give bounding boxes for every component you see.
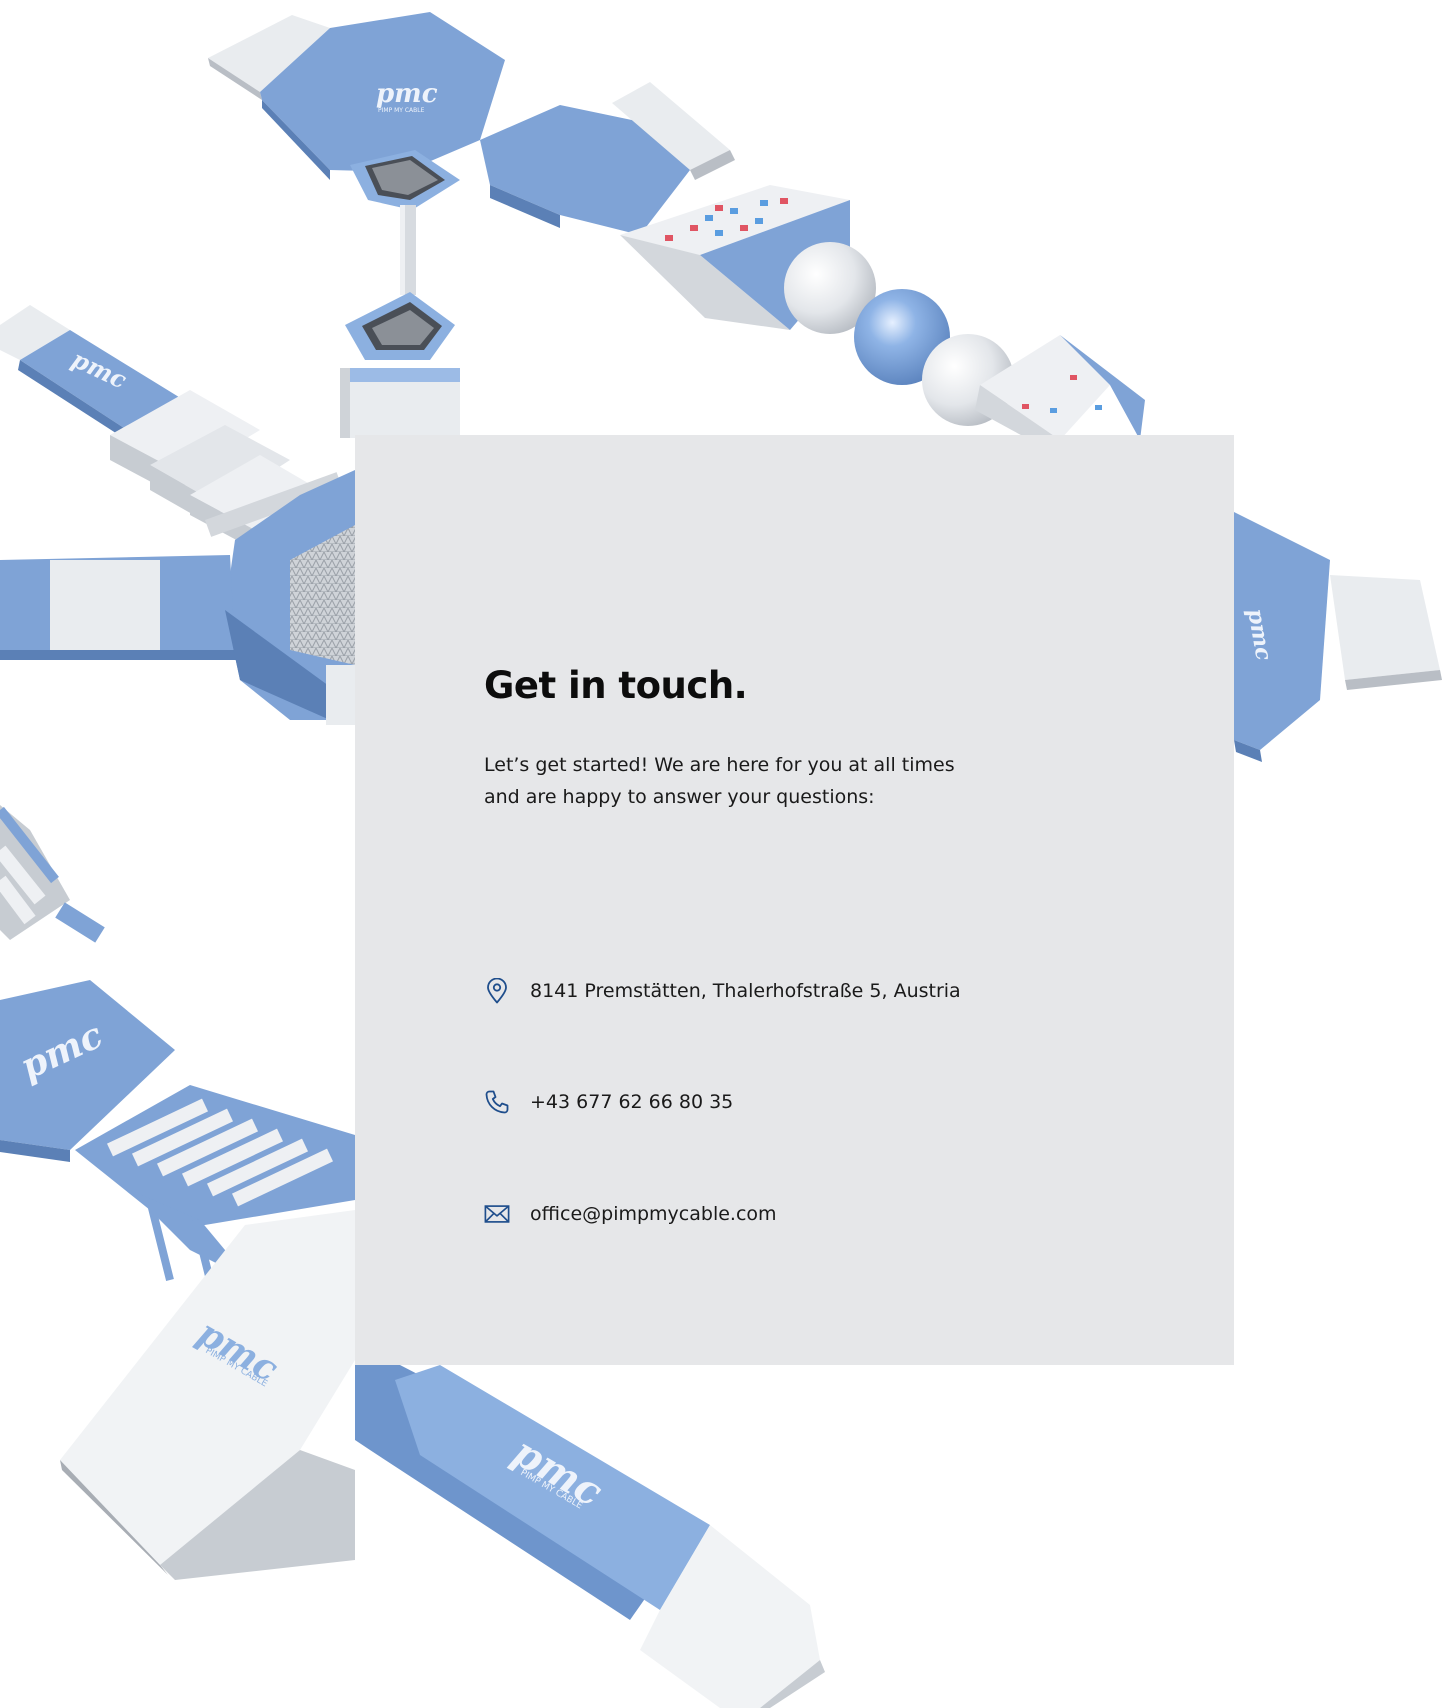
contact-card: Get in touch. Let’s get started! We are …	[355, 435, 1234, 1365]
svg-text:PIMP MY CABLE: PIMP MY CABLE	[378, 107, 425, 114]
page-title: Get in touch.	[484, 664, 748, 707]
intro-line-1: Let’s get started! We are here for you a…	[484, 754, 955, 776]
phone-link[interactable]: +43 677 62 66 80 35	[484, 1089, 733, 1115]
svg-text:pmc: pmc	[376, 79, 438, 109]
left-hub-module	[0, 470, 356, 725]
pmc-logo: pmc PIMP MY CABLE	[376, 79, 438, 114]
map-pin-icon	[484, 978, 510, 1004]
top-octagon-module: pmc PIMP MY CABLE	[208, 12, 505, 438]
email-link[interactable]: office@pimpmycable.com	[484, 1201, 777, 1227]
contact-page: pmc PIMP MY CABLE pmc pmc pmc pmc PIMP M…	[0, 0, 1445, 1708]
right-module: pmc	[1230, 510, 1442, 762]
address-text: 8141 Premstätten, Thalerhofstraße 5, Aus…	[530, 980, 961, 1002]
email-text: office@pimpmycable.com	[530, 1203, 777, 1225]
phone-icon	[484, 1089, 510, 1115]
intro-line-2: and are happy to answer your questions:	[484, 786, 875, 808]
address-row: 8141 Premstätten, Thalerhofstraße 5, Aus…	[484, 978, 961, 1004]
intro-text: Let’s get started! We are here for you a…	[484, 749, 1004, 813]
bottom-board-module: pmc PIMP MY CABLE	[355, 1365, 825, 1708]
phone-text: +43 677 62 66 80 35	[530, 1091, 734, 1113]
mail-icon	[484, 1201, 510, 1227]
